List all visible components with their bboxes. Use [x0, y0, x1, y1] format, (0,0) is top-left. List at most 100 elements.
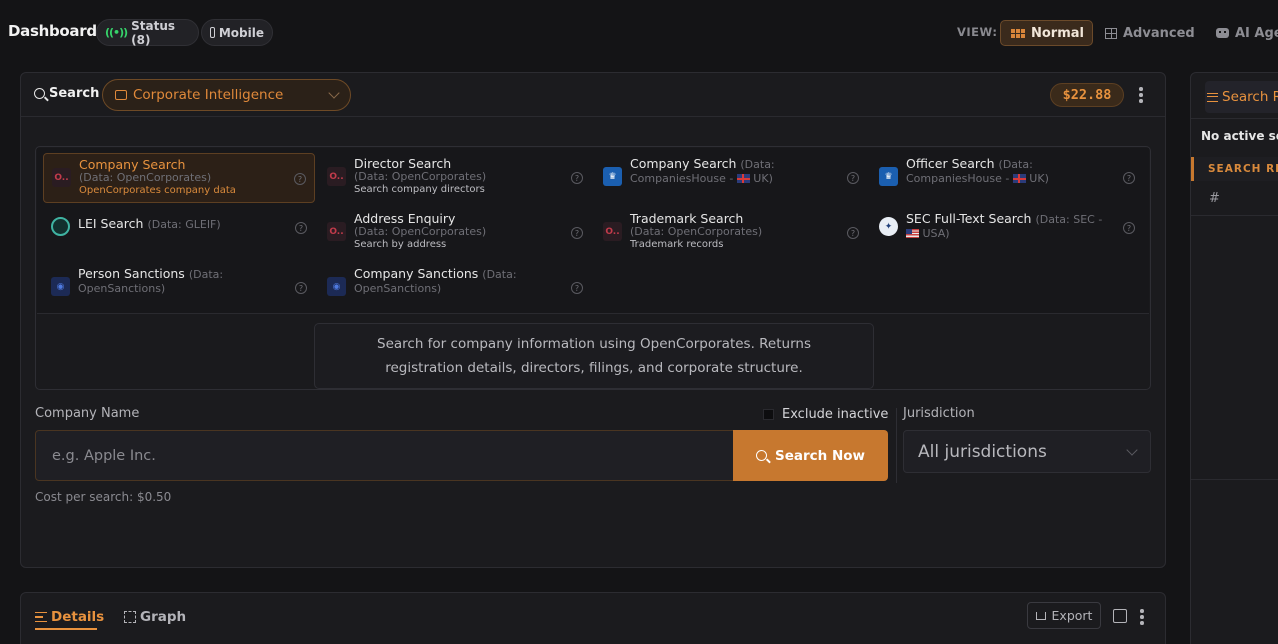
source-grid: O.. Company Search (Data: OpenCorporates…	[37, 148, 1149, 314]
help-icon[interactable]: ?	[571, 172, 583, 184]
search-heading-label: Search	[49, 86, 100, 101]
source-title: Person Sanctions	[78, 266, 185, 281]
help-icon[interactable]: ?	[294, 173, 306, 185]
source-meta: (Data: OpenCorporates)	[354, 170, 487, 183]
source-title: Company Search	[79, 157, 186, 172]
source-desc: Search company directors	[354, 184, 485, 195]
opensanctions-icon: ◉	[327, 277, 346, 296]
source-address-enquiry[interactable]: O.. Address Enquiry (Data: OpenCorporate…	[319, 208, 591, 258]
tab-graph-label: Graph	[140, 609, 187, 625]
source-meta: (Data: OpenCorporates)	[354, 225, 487, 238]
help-icon[interactable]: ?	[847, 172, 859, 184]
description-line-1: Search for company information using Ope…	[377, 336, 811, 352]
source-title: Company Sanctions	[354, 266, 479, 281]
robot-icon	[1216, 28, 1229, 38]
briefcase-icon	[115, 90, 127, 100]
view-ai-button[interactable]: AI Age	[1206, 20, 1278, 46]
source-meta: (Data: OpenCorporates)	[79, 171, 212, 184]
status-button[interactable]: ((•)) Status (8)	[96, 19, 199, 47]
source-selector: O.. Company Search (Data: OpenCorporates…	[35, 146, 1151, 390]
download-icon	[1035, 611, 1046, 620]
source-title: SEC Full-Text Search	[906, 211, 1032, 226]
mobile-label: Mobile	[218, 25, 264, 40]
help-icon[interactable]: ?	[295, 222, 307, 234]
list-icon	[1207, 92, 1218, 102]
uk-flag-icon	[736, 174, 750, 183]
help-icon[interactable]: ?	[1123, 172, 1135, 184]
details-icon	[35, 612, 47, 622]
exclude-inactive-checkbox[interactable]	[763, 409, 774, 420]
more-options-icon[interactable]	[1139, 87, 1143, 103]
view-ai-label: AI Age	[1235, 25, 1278, 41]
source-lei-search[interactable]: LEI Search (Data: GLEIF) ?	[43, 203, 315, 253]
field-divider	[896, 408, 897, 483]
companies-house-icon: ♛	[879, 167, 898, 186]
companies-house-icon: ♛	[603, 167, 622, 186]
source-desc: OpenCorporates company data	[79, 185, 236, 196]
source-officer-search[interactable]: ♛ Officer Search (Data: CompaniesHouse -…	[871, 153, 1143, 203]
view-normal-button[interactable]: Normal	[1000, 20, 1093, 46]
opensanctions-icon: ◉	[51, 277, 70, 296]
search-icon	[755, 450, 767, 461]
source-company-search-opencorporates[interactable]: O.. Company Search (Data: OpenCorporates…	[43, 153, 315, 203]
tab-graph[interactable]: Graph	[124, 609, 186, 625]
sec-seal-icon: ✦	[879, 217, 898, 236]
search-panel: Search Corporate Intelligence $22.88 O..…	[20, 72, 1166, 568]
search-now-label: Search Now	[774, 447, 865, 464]
opencorporates-icon: O..	[52, 168, 71, 187]
source-trademark-search[interactable]: O.. Trademark Search (Data: OpenCorporat…	[595, 208, 867, 258]
help-icon[interactable]: ?	[571, 282, 583, 294]
source-person-sanctions[interactable]: ◉ Person Sanctions (Data: OpenSanctions)…	[43, 263, 315, 313]
search-heading: Search	[34, 86, 99, 101]
source-company-sanctions[interactable]: ◉ Company Sanctions (Data: OpenSanctions…	[319, 263, 591, 313]
help-icon[interactable]: ?	[1123, 222, 1135, 234]
help-icon[interactable]: ?	[571, 227, 583, 239]
opencorporates-icon: O..	[327, 167, 346, 186]
expand-icon[interactable]	[1113, 609, 1127, 623]
search-results-tab[interactable]: SEARCH RES	[1191, 157, 1278, 181]
help-icon[interactable]: ?	[847, 227, 859, 239]
source-meta: (Data: OpenCorporates)	[630, 225, 763, 238]
source-sec-full-text-search[interactable]: ✦ SEC Full-Text Search (Data: SEC - USA)…	[871, 208, 1143, 258]
source-meta-suffix: UK)	[749, 172, 773, 185]
source-description: Search for company information using Ope…	[314, 323, 874, 389]
source-desc: Trademark records	[630, 239, 724, 250]
divider	[1191, 479, 1278, 480]
grid-icon	[1011, 28, 1025, 38]
export-label: Export	[1051, 608, 1093, 623]
view-advanced-label: Advanced	[1123, 25, 1195, 41]
help-icon[interactable]: ?	[295, 282, 307, 294]
source-title: Officer Search	[906, 156, 995, 171]
opencorporates-icon: O..	[603, 222, 622, 241]
search-panel-header: Search Corporate Intelligence $22.88	[21, 73, 1165, 117]
search-icon	[34, 88, 45, 99]
mobile-button[interactable]: Mobile	[201, 19, 273, 46]
source-company-search-companies-house[interactable]: ♛ Company Search (Data: CompaniesHouse -…	[595, 153, 867, 203]
gleif-icon	[51, 217, 70, 236]
tab-details-label: Details	[51, 609, 105, 625]
description-line-2: registration details, directors, filings…	[385, 360, 803, 376]
exclude-inactive-toggle[interactable]: Exclude inactive	[763, 407, 888, 422]
opencorporates-icon: O..	[327, 222, 346, 241]
export-button[interactable]: Export	[1027, 602, 1101, 629]
view-label: VIEW:	[957, 25, 998, 39]
column-header-hash: #	[1209, 191, 1220, 206]
page-title: Dashboard	[8, 22, 97, 40]
search-results-header[interactable]: Search R	[1205, 81, 1278, 113]
company-name-input[interactable]: e.g. Apple Inc.	[35, 430, 735, 481]
search-now-button[interactable]: Search Now	[733, 430, 888, 481]
jurisdiction-select[interactable]: All jurisdictions	[903, 430, 1151, 473]
search-results-title: Search R	[1222, 89, 1278, 105]
table-icon	[1105, 27, 1117, 39]
tab-details[interactable]: Details	[35, 609, 105, 630]
more-options-icon[interactable]	[1140, 609, 1144, 625]
source-director-search[interactable]: O.. Director Search (Data: OpenCorporate…	[319, 153, 591, 203]
category-select[interactable]: Corporate Intelligence	[102, 79, 351, 111]
view-advanced-button[interactable]: Advanced	[1095, 20, 1205, 46]
jurisdiction-value: All jurisdictions	[918, 441, 1047, 462]
source-title: Address Enquiry	[354, 211, 456, 226]
us-flag-icon	[906, 229, 919, 238]
search-results-sidebar: Search R No active sec SEARCH RES #	[1190, 72, 1278, 644]
source-title: Director Search	[354, 156, 452, 171]
source-meta-suffix: UK)	[1025, 172, 1049, 185]
